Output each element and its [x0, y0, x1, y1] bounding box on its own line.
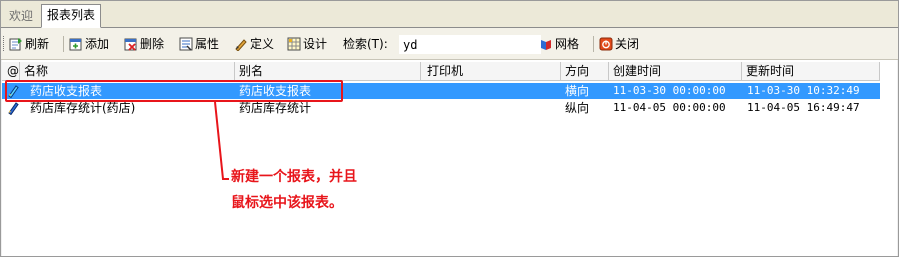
annotation-text-line1: 新建一个报表，并且: [231, 169, 357, 185]
report-list-window: 欢迎 报表列表 刷新 添加 删除 属性 定义 设计 检索(T): 网格 关闭 y…: [0, 0, 899, 257]
annotation-text-line2: 鼠标选中该报表。: [231, 195, 343, 211]
annotation-pointer-line: [214, 101, 229, 180]
